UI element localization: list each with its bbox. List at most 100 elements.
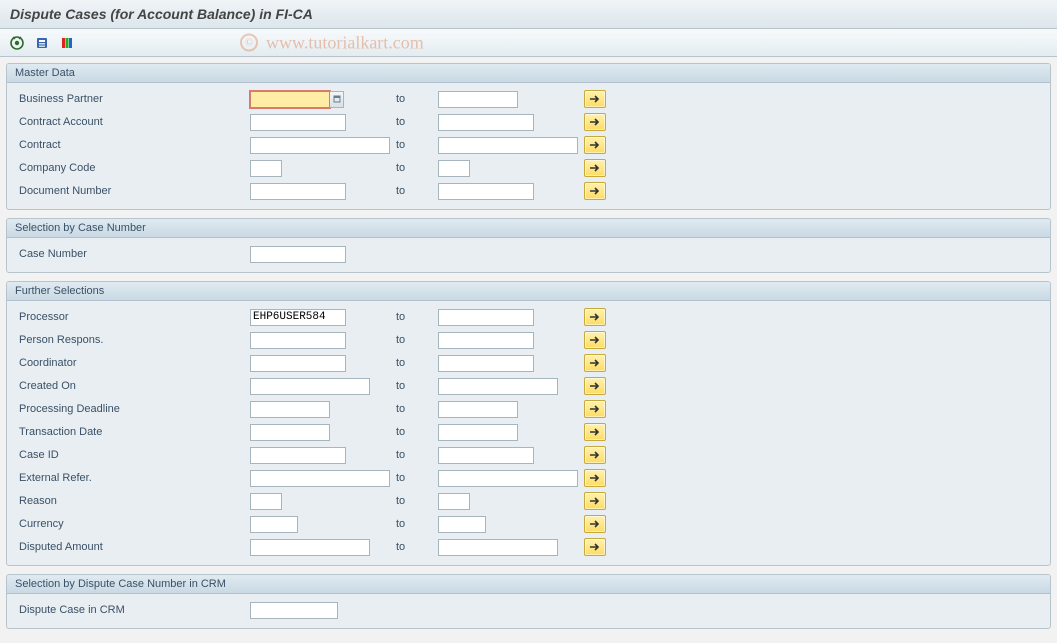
to-label: to (390, 472, 438, 484)
dynamic-selections-button[interactable] (56, 33, 78, 53)
multiple-selection-button[interactable] (584, 423, 606, 441)
processor-to-input[interactable] (438, 309, 534, 326)
currency-to-input[interactable] (438, 516, 486, 533)
multiple-selection-button[interactable] (584, 308, 606, 326)
business-partner-to-input[interactable] (438, 91, 518, 108)
case-number-input[interactable] (250, 246, 346, 263)
label-case-id: Case ID (15, 449, 250, 461)
label-business-partner: Business Partner (15, 93, 250, 105)
document-number-to-input[interactable] (438, 183, 534, 200)
multiple-selection-button[interactable] (584, 136, 606, 154)
label-company-code: Company Code (15, 162, 250, 174)
document-number-from-input[interactable] (250, 183, 346, 200)
row-case-id: Case ID to (15, 444, 1042, 466)
business-partner-from-input[interactable] (250, 91, 330, 108)
label-dispute-case-crm: Dispute Case in CRM (15, 604, 250, 616)
f4-help-icon[interactable] (330, 91, 344, 108)
contract-to-input[interactable] (438, 137, 578, 154)
external-refer-from-input[interactable] (250, 470, 390, 487)
to-label: to (390, 541, 438, 553)
arrow-right-icon (589, 381, 601, 391)
currency-from-input[interactable] (250, 516, 298, 533)
row-document-number: Document Number to (15, 180, 1042, 202)
execute-button[interactable] (6, 33, 28, 53)
processing-deadline-to-input[interactable] (438, 401, 518, 418)
row-reason: Reason to (15, 490, 1042, 512)
arrow-right-icon (589, 450, 601, 460)
row-currency: Currency to (15, 513, 1042, 535)
row-disputed-amount: Disputed Amount to (15, 536, 1042, 558)
dynamic-selections-icon (60, 36, 74, 50)
to-label: to (390, 185, 438, 197)
processor-from-input[interactable] (250, 309, 346, 326)
row-contract: Contract to (15, 134, 1042, 156)
to-label: to (390, 449, 438, 461)
window-title: Dispute Cases (for Account Balance) in F… (0, 0, 1057, 29)
row-contract-account: Contract Account to (15, 111, 1042, 133)
case-id-from-input[interactable] (250, 447, 346, 464)
multiple-selection-button[interactable] (584, 538, 606, 556)
disputed-amount-from-input[interactable] (250, 539, 370, 556)
multiple-selection-button[interactable] (584, 377, 606, 395)
person-respons-to-input[interactable] (438, 332, 534, 349)
created-on-to-input[interactable] (438, 378, 558, 395)
disputed-amount-to-input[interactable] (438, 539, 558, 556)
label-reason: Reason (15, 495, 250, 507)
multiple-selection-button[interactable] (584, 515, 606, 533)
multiple-selection-button[interactable] (584, 354, 606, 372)
multiple-selection-button[interactable] (584, 492, 606, 510)
multiple-selection-button[interactable] (584, 182, 606, 200)
panel-crm: Selection by Dispute Case Number in CRM … (6, 574, 1051, 629)
coordinator-from-input[interactable] (250, 355, 346, 372)
dispute-case-crm-input[interactable] (250, 602, 338, 619)
watermark: © www.tutorialkart.com (240, 32, 424, 53)
coordinator-to-input[interactable] (438, 355, 534, 372)
to-label: to (390, 380, 438, 392)
arrow-right-icon (589, 335, 601, 345)
company-code-to-input[interactable] (438, 160, 470, 177)
multiple-selection-button[interactable] (584, 90, 606, 108)
multiple-selection-button[interactable] (584, 331, 606, 349)
multiple-selection-button[interactable] (584, 113, 606, 131)
panel-crm-title: Selection by Dispute Case Number in CRM (7, 575, 1050, 594)
row-business-partner: Business Partner to (15, 88, 1042, 110)
multiple-selection-button[interactable] (584, 469, 606, 487)
external-refer-to-input[interactable] (438, 470, 578, 487)
company-code-from-input[interactable] (250, 160, 282, 177)
multiple-selection-button[interactable] (584, 159, 606, 177)
variants-button[interactable] (31, 33, 53, 53)
multiple-selection-button[interactable] (584, 400, 606, 418)
arrow-right-icon (589, 427, 601, 437)
contract-account-to-input[interactable] (438, 114, 534, 131)
row-transaction-date: Transaction Date to (15, 421, 1042, 443)
reason-to-input[interactable] (438, 493, 470, 510)
label-transaction-date: Transaction Date (15, 426, 250, 438)
transaction-date-from-input[interactable] (250, 424, 330, 441)
panel-master-data-title: Master Data (7, 64, 1050, 83)
processing-deadline-from-input[interactable] (250, 401, 330, 418)
to-label: to (390, 518, 438, 530)
arrow-right-icon (589, 94, 601, 104)
row-processing-deadline: Processing Deadline to (15, 398, 1042, 420)
arrow-right-icon (589, 496, 601, 506)
label-processor: Processor (15, 311, 250, 323)
created-on-from-input[interactable] (250, 378, 370, 395)
person-respons-from-input[interactable] (250, 332, 346, 349)
to-label: to (390, 495, 438, 507)
panel-master-data: Master Data Business Partner to Contract… (6, 63, 1051, 210)
reason-from-input[interactable] (250, 493, 282, 510)
contract-account-from-input[interactable] (250, 114, 346, 131)
contract-from-input[interactable] (250, 137, 390, 154)
case-id-to-input[interactable] (438, 447, 534, 464)
label-external-refer: External Refer. (15, 472, 250, 484)
arrow-right-icon (589, 140, 601, 150)
arrow-right-icon (589, 163, 601, 173)
arrow-right-icon (589, 404, 601, 414)
label-contract: Contract (15, 139, 250, 151)
row-created-on: Created On to (15, 375, 1042, 397)
arrow-right-icon (589, 186, 601, 196)
transaction-date-to-input[interactable] (438, 424, 518, 441)
multiple-selection-button[interactable] (584, 446, 606, 464)
arrow-right-icon (589, 117, 601, 127)
label-document-number: Document Number (15, 185, 250, 197)
